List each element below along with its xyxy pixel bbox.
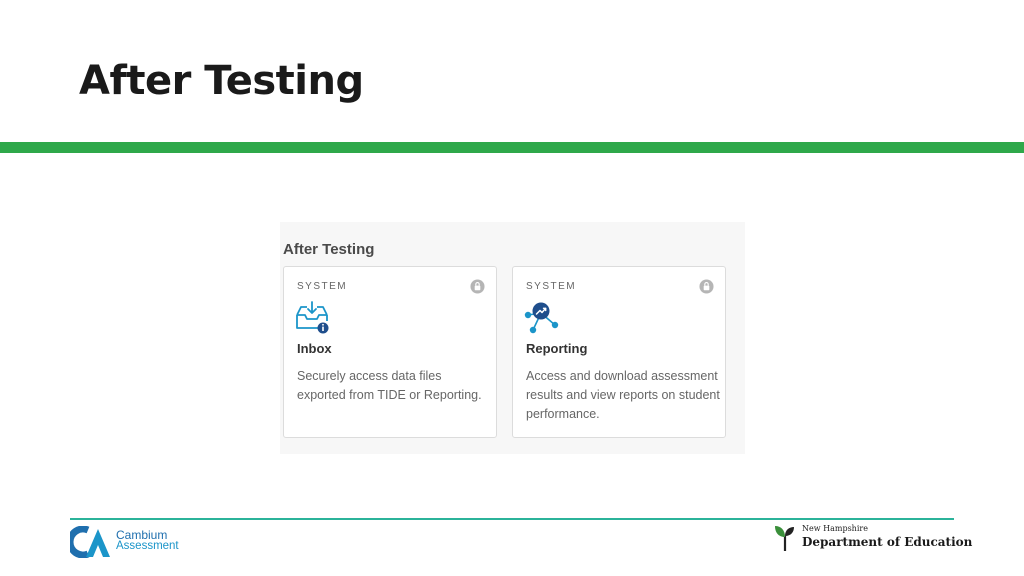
- slide-title: After Testing: [79, 58, 364, 104]
- reporting-card[interactable]: SYSTEM Reporting Access and download ass…: [512, 266, 726, 438]
- card-system-label: SYSTEM: [526, 281, 577, 292]
- reporting-network-icon: [524, 302, 559, 334]
- inbox-card-title: Inbox: [297, 341, 332, 356]
- cambium-logo-text: Cambium Assessment: [116, 529, 179, 552]
- nh-logo-state: New Hampshire: [802, 524, 868, 533]
- title-divider-bar: [0, 142, 1024, 153]
- reporting-card-description: Access and download assessment results a…: [526, 369, 720, 421]
- slide: After Testing After Testing SYSTEM Inbox…: [0, 0, 1024, 576]
- footer-divider-line: [70, 518, 954, 520]
- cambium-logo-line2: Assessment: [116, 540, 179, 552]
- cambium-ca-mark-icon: [70, 526, 110, 558]
- inbox-download-icon: [296, 301, 329, 334]
- nh-department-of-education-logo: New Hampshire Department of Education: [774, 522, 972, 556]
- inbox-card[interactable]: SYSTEM Inbox Securely access data files …: [283, 266, 497, 438]
- inbox-card-description: Securely access data files exported from…: [297, 369, 482, 402]
- panel-heading: After Testing: [283, 241, 375, 258]
- reporting-card-title: Reporting: [526, 341, 588, 356]
- lock-icon: [470, 279, 485, 294]
- sprout-icon: [775, 526, 794, 551]
- cambium-assessment-logo: Cambium Assessment: [70, 526, 250, 560]
- card-system-label: SYSTEM: [297, 281, 348, 292]
- after-testing-panel: After Testing SYSTEM Inbox Securely acce…: [280, 222, 745, 454]
- lock-icon: [699, 279, 714, 294]
- nh-logo-department: Department of Education: [802, 535, 973, 549]
